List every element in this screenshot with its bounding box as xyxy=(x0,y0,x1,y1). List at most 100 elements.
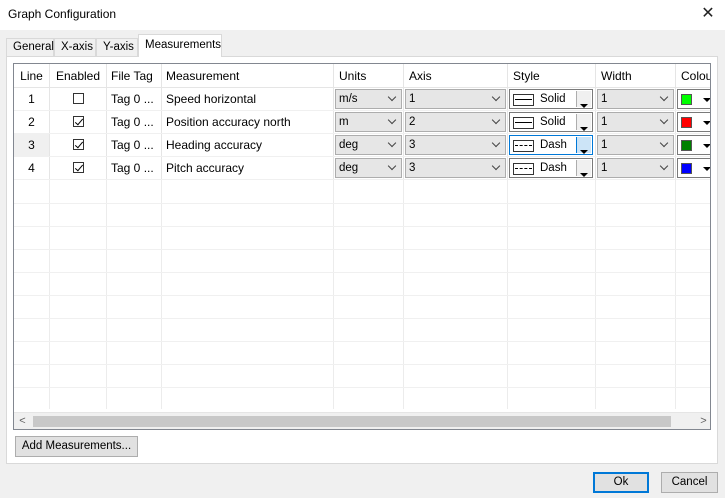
measurement-cell[interactable]: Heading accuracy xyxy=(162,134,334,156)
axis-dropdown[interactable]: 1 xyxy=(405,89,506,109)
dropdown-arrow-icon[interactable] xyxy=(576,160,591,177)
grid-divider xyxy=(14,203,710,204)
style-value: Dash xyxy=(540,162,567,174)
style-cell: Dash xyxy=(508,157,596,179)
axis-cell: 3 xyxy=(404,157,508,179)
grid-divider xyxy=(14,364,710,365)
chevron-down-icon xyxy=(658,90,670,109)
row-line-number: 3 xyxy=(14,134,50,156)
axis-cell: 1 xyxy=(404,88,508,110)
units-value: deg xyxy=(339,139,359,151)
axis-value: 3 xyxy=(409,162,416,174)
solid-line-icon xyxy=(513,94,534,106)
colour-swatch xyxy=(681,117,692,128)
dashed-line-icon xyxy=(513,140,534,152)
row-line-number: 1 xyxy=(14,88,50,110)
header-enabled: Enabled xyxy=(50,64,107,87)
units-dropdown[interactable]: deg xyxy=(335,135,402,155)
enabled-checkbox[interactable] xyxy=(72,139,84,151)
header-colour: Colour xyxy=(681,69,710,83)
chevron-down-icon xyxy=(386,159,398,178)
close-icon[interactable]: ✕ xyxy=(691,0,725,28)
grid-divider xyxy=(14,249,710,250)
ok-button[interactable]: Ok xyxy=(593,472,649,493)
dropdown-arrow-icon xyxy=(703,121,710,125)
dropdown-arrow-icon[interactable] xyxy=(576,137,591,154)
header-width: Width xyxy=(596,64,676,87)
measurement-cell[interactable]: Position accuracy north xyxy=(162,111,334,133)
colour-cell xyxy=(676,157,710,179)
style-dropdown[interactable]: Dash xyxy=(509,158,593,178)
style-value: Solid xyxy=(540,93,566,105)
colour-dropdown[interactable] xyxy=(677,112,710,132)
style-dropdown[interactable]: Dash xyxy=(509,135,593,155)
enabled-checkbox[interactable] xyxy=(72,162,84,174)
row-line-number: 4 xyxy=(14,157,50,179)
table-row: 3 Tag 0 ... Heading accuracy deg 3 Dash … xyxy=(14,134,710,157)
style-cell: Solid xyxy=(508,111,596,133)
style-cell: Dash xyxy=(508,134,596,156)
colour-dropdown[interactable] xyxy=(677,158,710,178)
scroll-right-icon[interactable]: > xyxy=(695,413,710,429)
window-title: Graph Configuration xyxy=(8,7,117,21)
dialog-body: General X-axis Y-axis Measurements Line … xyxy=(0,30,725,498)
header-style: Style xyxy=(508,64,596,87)
width-value: 1 xyxy=(601,139,608,151)
colour-dropdown[interactable] xyxy=(677,89,710,109)
units-dropdown[interactable]: m/s xyxy=(335,89,402,109)
colour-cell xyxy=(676,134,710,156)
table-row: 1 Tag 0 ... Speed horizontal m/s 1 Solid… xyxy=(14,88,710,111)
colour-dropdown[interactable] xyxy=(677,135,710,155)
tab-measurements[interactable]: Measurements xyxy=(138,34,222,57)
header-line: Line xyxy=(14,64,50,87)
dropdown-arrow-icon[interactable] xyxy=(576,114,591,131)
width-cell: 1 xyxy=(596,88,676,110)
enabled-checkbox[interactable] xyxy=(72,116,84,128)
file-tag-cell[interactable]: Tag 0 ... xyxy=(107,157,162,179)
add-measurements-button[interactable]: Add Measurements... xyxy=(15,436,138,457)
file-tag-cell[interactable]: Tag 0 ... xyxy=(107,88,162,110)
width-dropdown[interactable]: 1 xyxy=(597,89,674,109)
chevron-down-icon xyxy=(658,159,670,178)
dropdown-arrow-icon xyxy=(703,98,710,102)
width-cell: 1 xyxy=(596,111,676,133)
tab-general[interactable]: General xyxy=(6,38,54,57)
axis-value: 2 xyxy=(409,116,416,128)
axis-dropdown[interactable]: 2 xyxy=(405,112,506,132)
dropdown-arrow-icon[interactable] xyxy=(576,91,591,108)
row-line-number: 2 xyxy=(14,111,50,133)
colour-swatch xyxy=(681,94,692,105)
width-dropdown[interactable]: 1 xyxy=(597,158,674,178)
tab-x-axis[interactable]: X-axis xyxy=(54,38,96,57)
width-dropdown[interactable]: 1 xyxy=(597,135,674,155)
units-value: m xyxy=(339,116,349,128)
measurement-cell[interactable]: Pitch accuracy xyxy=(162,157,334,179)
chevron-down-icon xyxy=(386,136,398,155)
axis-dropdown[interactable]: 3 xyxy=(405,135,506,155)
chevron-down-icon xyxy=(386,113,398,132)
style-cell: Solid xyxy=(508,88,596,110)
solid-line-icon xyxy=(513,117,534,129)
title-bar: Graph Configuration ✕ xyxy=(0,0,725,30)
tab-y-axis[interactable]: Y-axis xyxy=(96,38,138,57)
units-dropdown[interactable]: deg xyxy=(335,158,402,178)
units-dropdown[interactable]: m xyxy=(335,112,402,132)
chevron-down-icon xyxy=(490,159,502,178)
horizontal-scrollbar[interactable]: < > xyxy=(14,412,710,429)
file-tag-cell[interactable]: Tag 0 ... xyxy=(107,111,162,133)
style-dropdown[interactable]: Solid xyxy=(509,112,593,132)
grid-divider xyxy=(14,226,710,227)
scroll-left-icon[interactable]: < xyxy=(14,413,31,429)
measurement-cell[interactable]: Speed horizontal xyxy=(162,88,334,110)
axis-cell: 3 xyxy=(404,134,508,156)
style-dropdown[interactable]: Solid xyxy=(509,89,593,109)
chevron-down-icon xyxy=(490,90,502,109)
file-tag-cell[interactable]: Tag 0 ... xyxy=(107,134,162,156)
axis-dropdown[interactable]: 3 xyxy=(405,158,506,178)
enabled-checkbox[interactable] xyxy=(72,93,84,105)
style-value: Solid xyxy=(540,116,566,128)
cancel-button[interactable]: Cancel xyxy=(661,472,718,493)
width-dropdown[interactable]: 1 xyxy=(597,112,674,132)
colour-cell xyxy=(676,111,710,133)
scroll-thumb[interactable] xyxy=(33,416,671,427)
